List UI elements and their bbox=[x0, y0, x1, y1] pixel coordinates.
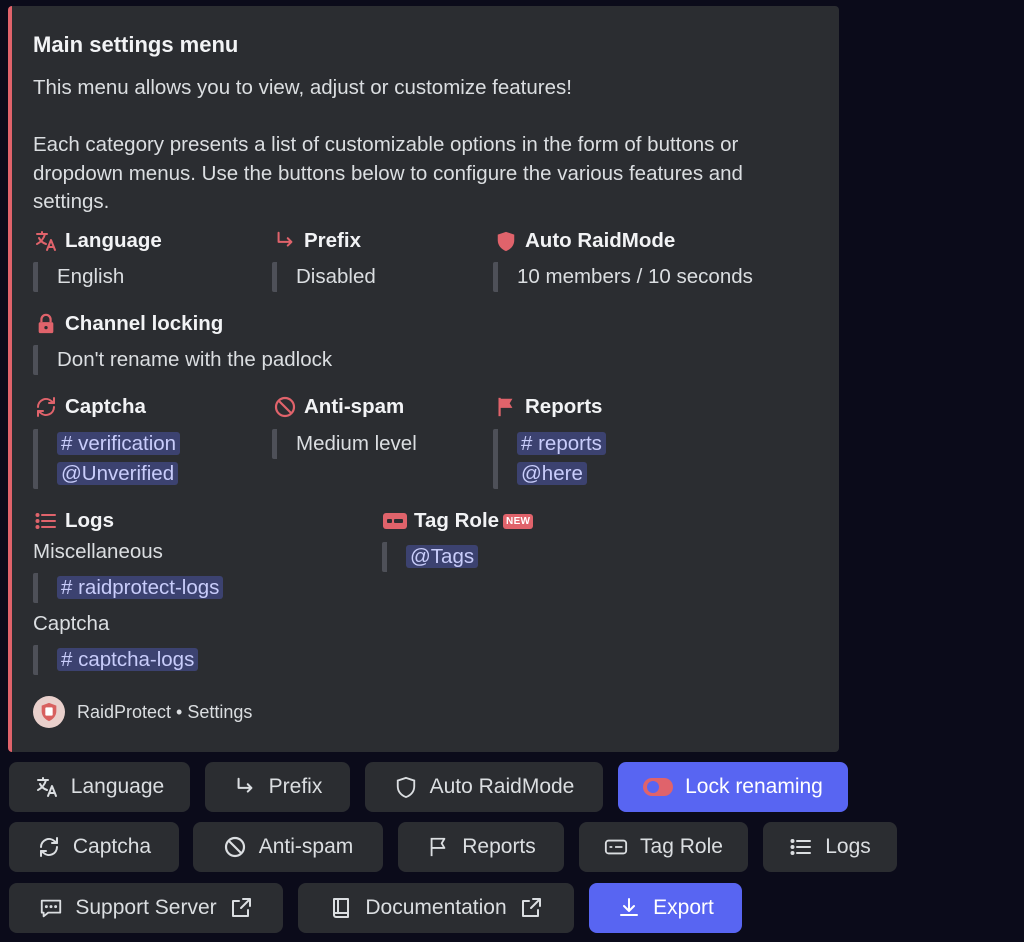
field-language-value: English bbox=[33, 262, 124, 292]
export-button-label: Export bbox=[653, 896, 714, 919]
list-icon bbox=[789, 835, 813, 859]
lock-renaming-button[interactable]: Lock renaming bbox=[618, 762, 848, 812]
field-channel-locking-value: Don't rename with the padlock bbox=[33, 345, 332, 375]
prohibited-icon bbox=[272, 394, 298, 420]
field-prefix: Prefix bbox=[272, 228, 361, 254]
logs-button-label: Logs bbox=[825, 835, 871, 858]
field-tag-role-name: Tag Role bbox=[414, 509, 500, 532]
reports-button-label: Reports bbox=[462, 835, 536, 858]
auto-raidmode-button-label: Auto RaidMode bbox=[429, 775, 575, 798]
new-badge: NEW bbox=[503, 513, 534, 529]
arrow-turn-icon bbox=[272, 228, 298, 254]
language-button[interactable]: Language bbox=[9, 762, 190, 812]
anti-spam-button[interactable]: Anti-spam bbox=[193, 822, 383, 872]
captcha-logs-channel-mention[interactable]: # captcha-logs bbox=[57, 648, 199, 671]
captcha-button-label: Captcha bbox=[72, 835, 152, 858]
embed-footer: RaidProtect • Settings bbox=[33, 696, 252, 728]
translate-icon bbox=[33, 228, 59, 254]
logs-captcha-label: Captcha bbox=[33, 612, 110, 635]
support-server-button-label: Support Server bbox=[75, 896, 217, 919]
field-anti-spam-name: Anti-spam bbox=[304, 395, 405, 418]
shield-icon bbox=[394, 775, 418, 799]
unverified-role-mention[interactable]: @Unverified bbox=[57, 462, 179, 485]
export-button[interactable]: Export bbox=[589, 883, 742, 933]
settings-embed: Main settings menu This menu allows you … bbox=[8, 6, 839, 752]
raidprotect-logs-channel-mention[interactable]: # raidprotect-logs bbox=[57, 576, 224, 599]
field-logs: Logs bbox=[33, 508, 114, 534]
field-auto-raidmode: Auto RaidMode bbox=[493, 228, 675, 254]
field-anti-spam-value: Medium level bbox=[272, 429, 417, 459]
id-card-icon bbox=[604, 835, 628, 859]
embed-description: This menu allows you to view, adjust or … bbox=[33, 76, 743, 213]
field-reports-name: Reports bbox=[525, 395, 603, 418]
translate-icon bbox=[35, 775, 59, 799]
field-logs-name: Logs bbox=[65, 509, 114, 532]
refresh-icon bbox=[33, 394, 59, 420]
toggle-off-icon bbox=[643, 775, 674, 799]
prohibited-icon bbox=[223, 835, 247, 859]
field-prefix-value: Disabled bbox=[272, 262, 376, 292]
flag-icon bbox=[493, 394, 519, 420]
external-link-icon bbox=[519, 896, 543, 920]
auto-raidmode-button[interactable]: Auto RaidMode bbox=[365, 762, 603, 812]
field-language: Language bbox=[33, 228, 162, 254]
field-tag-role: Tag Role NEW bbox=[382, 508, 534, 534]
field-auto-raidmode-name: Auto RaidMode bbox=[525, 229, 676, 252]
captcha-button[interactable]: Captcha bbox=[9, 822, 179, 872]
refresh-icon bbox=[37, 835, 61, 859]
field-reports-value: # reports @here bbox=[493, 429, 606, 489]
tag-role-button-label: Tag Role bbox=[640, 835, 723, 858]
footer-text: RaidProtect • Settings bbox=[77, 701, 253, 722]
documentation-button[interactable]: Documentation bbox=[298, 883, 574, 933]
list-icon bbox=[33, 508, 59, 534]
documentation-button-label: Documentation bbox=[365, 896, 507, 919]
anti-spam-button-label: Anti-spam bbox=[258, 835, 354, 858]
field-reports: Reports bbox=[493, 394, 602, 420]
raidprotect-avatar bbox=[33, 696, 65, 728]
field-tag-role-value: @Tags bbox=[382, 542, 479, 572]
tag-role-button[interactable]: Tag Role bbox=[579, 822, 748, 872]
language-button-label: Language bbox=[70, 775, 165, 798]
logs-captcha-value: # captcha-logs bbox=[33, 645, 199, 675]
field-prefix-name: Prefix bbox=[304, 229, 361, 252]
tags-role-mention[interactable]: @Tags bbox=[406, 545, 479, 568]
flag-icon bbox=[426, 835, 450, 859]
logs-button[interactable]: Logs bbox=[763, 822, 897, 872]
reports-channel-mention[interactable]: # reports bbox=[517, 432, 606, 455]
shield-icon bbox=[493, 228, 519, 254]
field-captcha-name: Captcha bbox=[65, 395, 146, 418]
support-server-button[interactable]: Support Server bbox=[9, 883, 283, 933]
prefix-button[interactable]: Prefix bbox=[205, 762, 350, 812]
lock-renaming-button-label: Lock renaming bbox=[685, 775, 823, 798]
here-mention[interactable]: @here bbox=[517, 462, 587, 485]
prefix-button-label: Prefix bbox=[268, 775, 323, 798]
field-anti-spam: Anti-spam bbox=[272, 394, 404, 420]
chat-bubble-icon bbox=[39, 896, 63, 920]
arrow-turn-icon bbox=[233, 775, 257, 799]
logs-misc-value: # raidprotect-logs bbox=[33, 573, 224, 603]
field-auto-raidmode-value: 10 members / 10 seconds bbox=[493, 262, 753, 292]
reports-button[interactable]: Reports bbox=[398, 822, 564, 872]
book-icon bbox=[329, 896, 353, 920]
id-card-icon bbox=[382, 508, 408, 534]
verification-channel-mention[interactable]: # verification bbox=[57, 432, 181, 455]
external-link-icon bbox=[229, 896, 253, 920]
field-channel-locking-name: Channel locking bbox=[65, 312, 224, 335]
logs-misc-label: Miscellaneous bbox=[33, 540, 163, 563]
padlock-icon bbox=[33, 311, 59, 337]
embed-title: Main settings menu bbox=[33, 32, 239, 57]
field-language-name: Language bbox=[65, 229, 162, 252]
field-channel-locking: Channel locking bbox=[33, 311, 223, 337]
field-captcha: Captcha bbox=[33, 394, 146, 420]
field-captcha-value: # verification @Unverified bbox=[33, 429, 181, 489]
download-icon bbox=[617, 896, 641, 920]
